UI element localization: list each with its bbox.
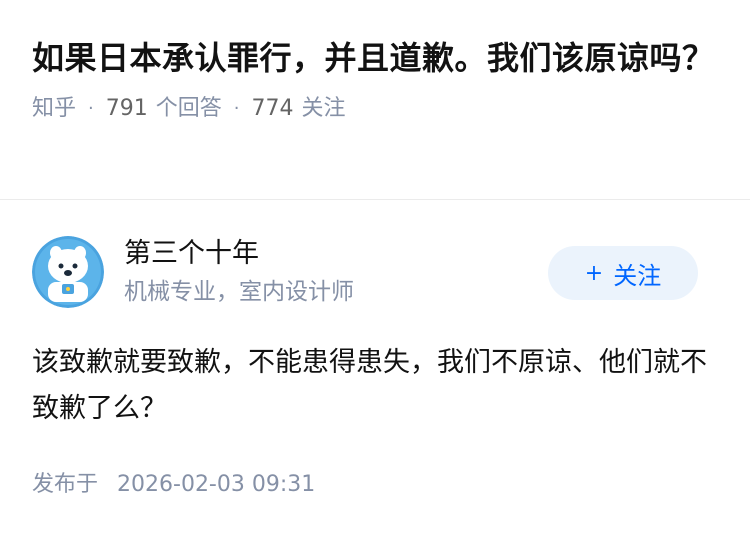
answer-content[interactable]: 该致歉就要致歉，不能患得患失，我们不原谅、他们就不致歉了么？ <box>32 340 712 432</box>
avatar[interactable] <box>32 236 104 308</box>
follower-count-label: 关注 <box>301 96 346 121</box>
question-title[interactable]: 如果日本承认罪行，并且道歉。我们该原谅吗？ <box>32 34 718 82</box>
publish-label: 发布于 <box>32 472 99 497</box>
question-meta: 知乎 · 791 个回答 · 774 关注 <box>32 94 718 124</box>
follow-button[interactable]: + 关注 <box>548 246 698 300</box>
answer-count: 791 <box>105 96 148 121</box>
follow-button-label: 关注 <box>613 261 662 290</box>
cartoon-avatar-icon <box>32 236 104 308</box>
plus-icon: + <box>584 260 604 286</box>
author-row: 第三个十年 机械专业，室内设计师 + 关注 <box>32 236 718 308</box>
separator-dot: · <box>233 98 240 119</box>
section-divider <box>0 199 750 200</box>
author-bio: 机械专业，室内设计师 <box>124 279 354 305</box>
publish-info: 发布于 2026-02-03 09:31 <box>32 470 315 500</box>
source-label[interactable]: 知乎 <box>32 94 76 124</box>
question-header: 如果日本承认罪行，并且道歉。我们该原谅吗？ 知乎 · 791 个回答 · 774… <box>0 0 750 124</box>
answer-count-label: 个回答 <box>155 96 222 121</box>
publish-time: 2026-02-03 09:31 <box>117 472 316 497</box>
follower-count: 774 <box>251 96 294 121</box>
separator-dot: · <box>88 98 94 119</box>
author-name[interactable]: 第三个十年 <box>124 236 259 272</box>
